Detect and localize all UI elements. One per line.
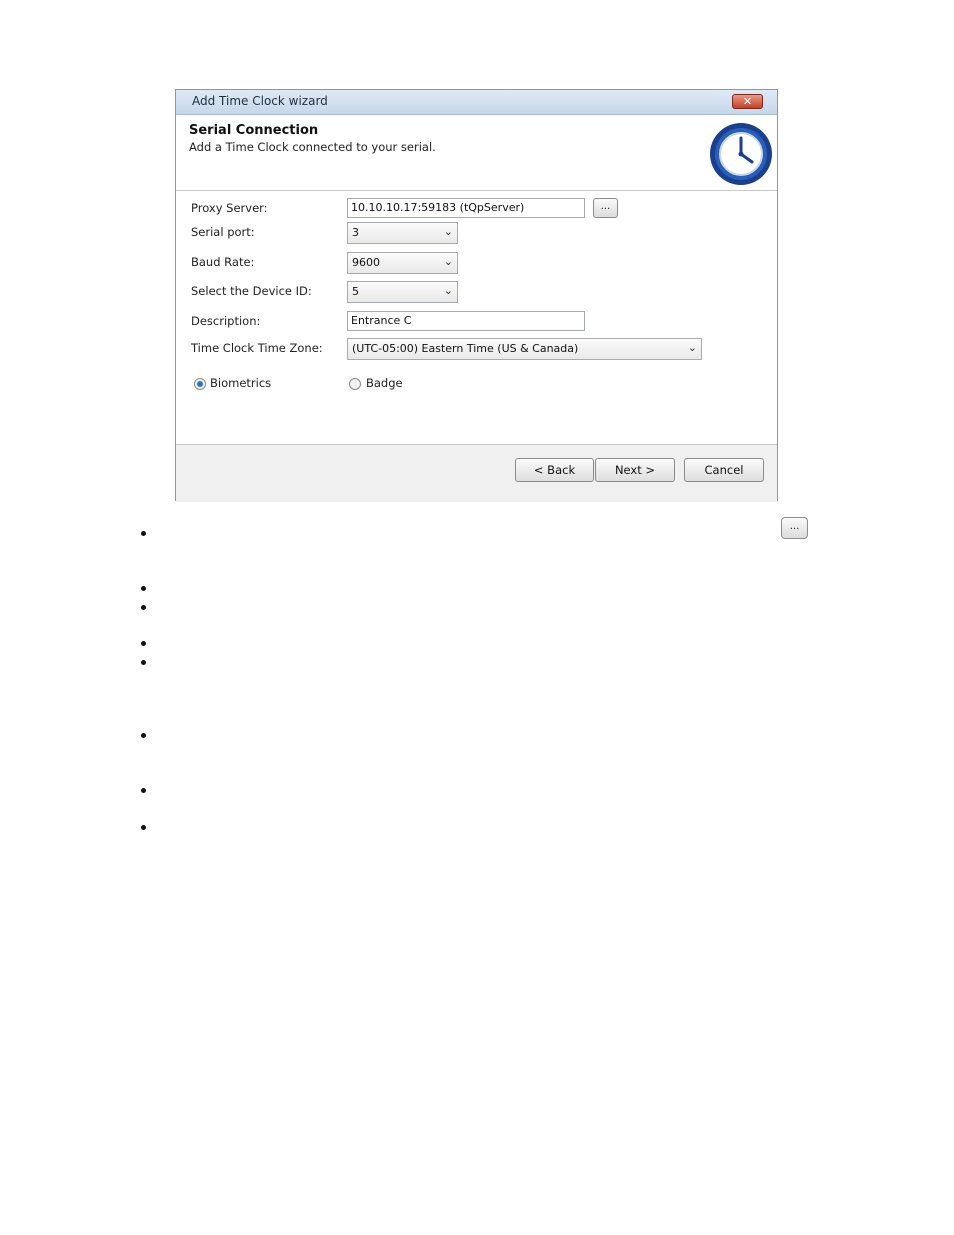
proxy-server-field[interactable]: 10.10.10.17:59183 (tQpServer) <box>347 198 585 218</box>
description-field[interactable]: Entrance C <box>347 311 585 331</box>
list-bullet <box>141 641 146 646</box>
baud-rate-label: Baud Rate: <box>191 255 255 269</box>
time-zone-label: Time Clock Time Zone: <box>191 341 323 355</box>
add-time-clock-wizard: Add Time Clock wizard ✕ Serial Connectio… <box>175 89 778 502</box>
chevron-down-icon: ⌄ <box>443 255 453 268</box>
list-bullet <box>141 825 146 830</box>
biometrics-radio-label: Biometrics <box>210 376 272 390</box>
baud-rate-select[interactable]: 9600 ⌄ <box>347 252 458 274</box>
serial-port-label: Serial port: <box>191 225 255 239</box>
back-button[interactable]: < Back <box>515 458 594 482</box>
device-id-select[interactable]: 5 ⌄ <box>347 281 458 303</box>
clock-icon <box>710 123 772 185</box>
biometrics-radio[interactable] <box>194 378 206 390</box>
badge-radio-label: Badge <box>366 376 403 390</box>
list-bullet <box>141 605 146 610</box>
wizard-header: Serial Connection Add a Time Clock conne… <box>176 115 777 191</box>
wizard-footer: < Back Next > Cancel <box>176 444 777 502</box>
chevron-down-icon: ⌄ <box>687 341 697 354</box>
next-button[interactable]: Next > <box>595 458 675 482</box>
time-zone-value: (UTC-05:00) Eastern Time (US & Canada) <box>352 342 579 355</box>
close-button[interactable]: ✕ <box>732 94 763 109</box>
list-bullet <box>141 788 146 793</box>
list-bullet <box>141 660 146 665</box>
badge-radio[interactable] <box>349 378 361 390</box>
page-subtitle: Add a Time Clock connected to your seria… <box>189 140 436 154</box>
serial-port-select[interactable]: 3 ⌄ <box>347 222 458 244</box>
chevron-down-icon: ⌄ <box>443 284 453 297</box>
list-bullet <box>141 586 146 591</box>
list-bullet <box>141 531 146 536</box>
device-id-label: Select the Device ID: <box>191 284 312 298</box>
close-icon: ✕ <box>742 95 753 108</box>
window-title: Add Time Clock wizard <box>192 94 328 108</box>
baud-rate-value: 9600 <box>352 256 380 269</box>
page-title: Serial Connection <box>189 123 319 138</box>
cancel-button[interactable]: Cancel <box>684 458 764 482</box>
browse-button-icon: ... <box>781 517 808 539</box>
proxy-server-label: Proxy Server: <box>191 201 268 215</box>
list-bullet <box>141 733 146 738</box>
browse-proxy-button[interactable]: ... <box>593 198 618 218</box>
serial-port-value: 3 <box>352 226 359 239</box>
chevron-down-icon: ⌄ <box>443 225 453 238</box>
device-id-value: 5 <box>352 285 359 298</box>
time-zone-select[interactable]: (UTC-05:00) Eastern Time (US & Canada) ⌄ <box>347 338 702 360</box>
title-bar: Add Time Clock wizard ✕ <box>176 90 777 115</box>
description-label: Description: <box>191 314 261 328</box>
